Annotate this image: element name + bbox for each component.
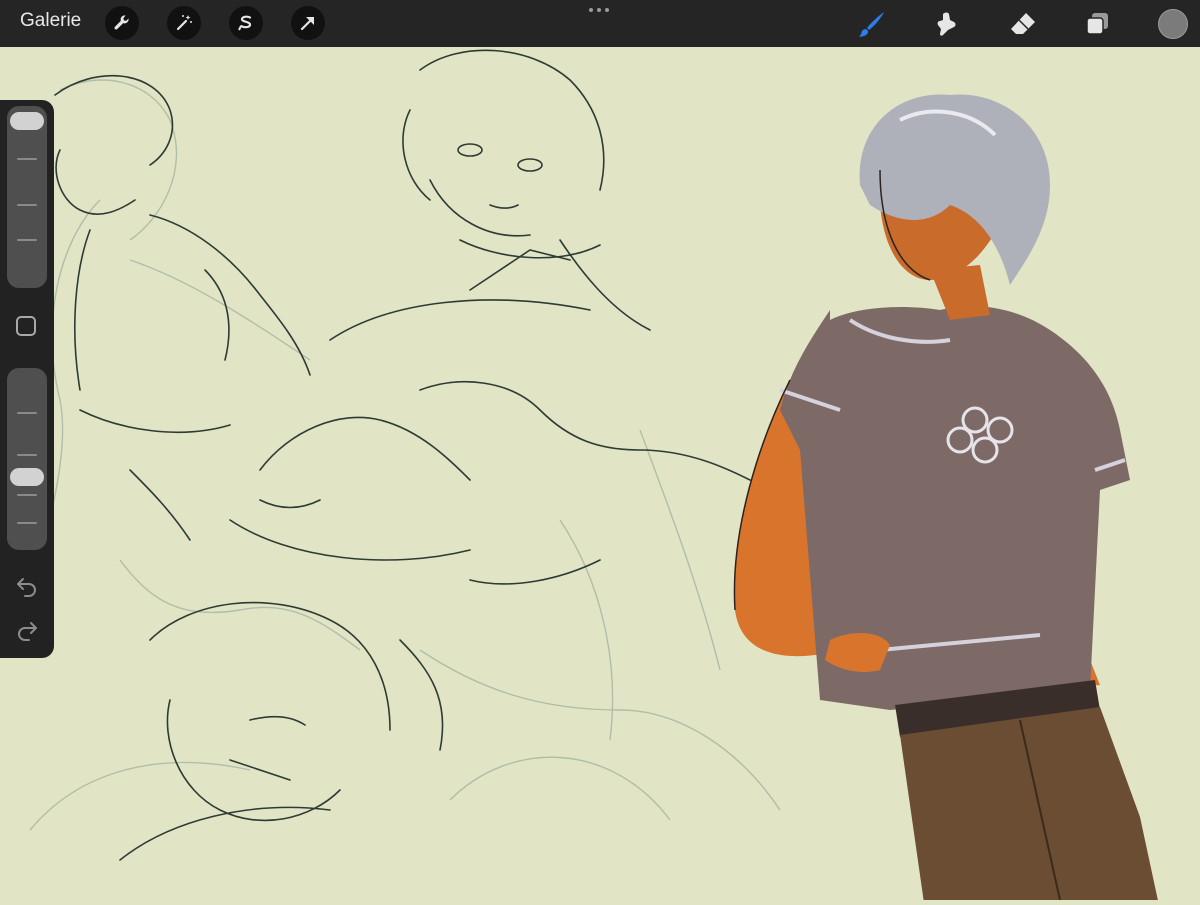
toolbar: Galerie xyxy=(0,0,1200,47)
brush-icon xyxy=(859,12,884,37)
gallery-button[interactable]: Galerie xyxy=(20,10,81,32)
slider-tick xyxy=(17,204,37,206)
slider-tick xyxy=(17,494,37,496)
wrench-icon xyxy=(114,15,129,30)
magic-wand-icon xyxy=(176,15,192,31)
modifier-button[interactable] xyxy=(16,316,36,336)
drag-handle[interactable] xyxy=(589,8,609,12)
brush-size-thumb[interactable] xyxy=(10,112,44,130)
opacity-slider[interactable] xyxy=(7,368,47,550)
eraser-button[interactable] xyxy=(1007,8,1039,40)
selection-button[interactable] xyxy=(229,6,263,40)
layers-icon xyxy=(1086,13,1108,35)
slider-tick xyxy=(17,454,37,456)
smudge-button[interactable] xyxy=(931,8,963,40)
slider-tick xyxy=(17,412,37,414)
color-picker-button[interactable] xyxy=(1158,9,1188,39)
transform-button[interactable] xyxy=(291,6,325,40)
sidebar xyxy=(0,100,54,658)
adjustments-button[interactable] xyxy=(167,6,201,40)
smudge-icon xyxy=(937,12,956,36)
slider-tick xyxy=(17,239,37,241)
artwork-image xyxy=(0,47,1200,905)
drawing-canvas[interactable] xyxy=(0,47,1200,905)
actions-button[interactable] xyxy=(105,6,139,40)
brush-button[interactable] xyxy=(856,8,888,40)
slider-tick xyxy=(17,158,37,160)
layers-button[interactable] xyxy=(1082,8,1114,40)
undo-icon[interactable] xyxy=(15,574,39,598)
opacity-thumb[interactable] xyxy=(10,468,44,487)
redo-icon[interactable] xyxy=(15,618,39,642)
brush-size-slider[interactable] xyxy=(7,106,47,288)
selection-icon xyxy=(238,15,252,31)
eraser-icon xyxy=(1011,13,1035,34)
transform-arrow-icon xyxy=(300,17,314,31)
slider-tick xyxy=(17,522,37,524)
